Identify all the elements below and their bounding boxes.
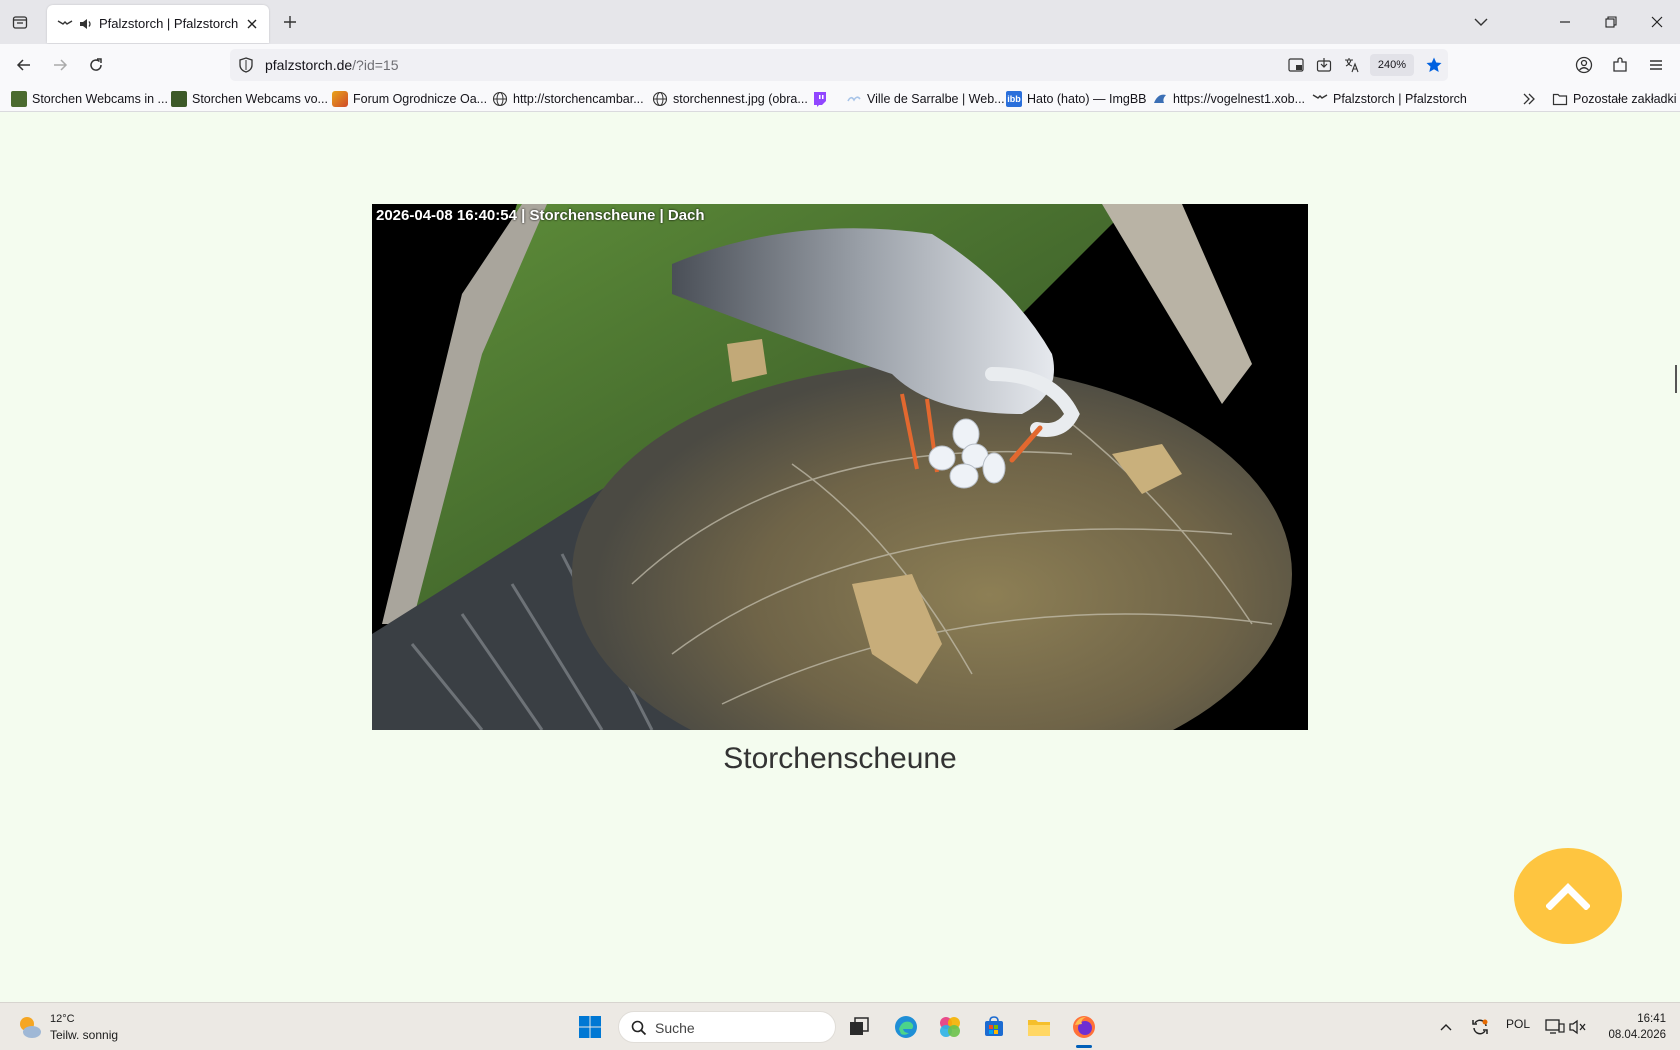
twitch-icon [812,91,828,107]
search-placeholder: Suche [655,1020,695,1036]
edge-browser-icon[interactable] [892,1013,920,1041]
webcam-thumbnail-icon [11,91,27,107]
sarralbe-logo-icon [846,91,862,107]
extensions-icon[interactable] [1608,53,1632,77]
back-icon[interactable] [12,53,36,77]
bookmark-item[interactable]: Ville de Sarralbe | Web... [846,90,1005,108]
stork-favicon-icon [57,17,73,31]
active-app-indicator [1076,1045,1092,1048]
weather-widget[interactable]: 12°C Teilw. sonnig [16,1011,126,1043]
folder-icon [1552,91,1568,107]
webcam-caption: Storchenscheune [723,742,957,775]
tab-pfalzstorch[interactable]: Pfalzstorch | Pfalzstorch [47,5,269,43]
bookmarks-toolbar: Storchen Webcams in ... Storchen Webcams… [0,86,1680,112]
globe-icon [652,91,668,107]
file-explorer-icon[interactable] [1025,1013,1053,1041]
bookmark-item[interactable]: Pfalzstorch | Pfalzstorch [1312,90,1467,108]
globe-icon [492,91,508,107]
url-text[interactable]: pfalzstorch.de/?id=15 [265,57,399,73]
close-tab-icon[interactable] [243,15,261,33]
page-content: 2026-04-08 16:40:54 | Storchenscheune | … [0,112,1680,1002]
close-window-icon[interactable] [1645,10,1669,34]
input-language-indicator[interactable]: POL [1506,1017,1530,1031]
forum-logo-icon [332,91,348,107]
taskbar-clock[interactable]: 16:41 08.04.2026 [1586,1011,1666,1043]
url-path: /?id=15 [352,57,399,73]
url-bar[interactable]: pfalzstorch.de/?id=15 240% [230,49,1448,81]
show-hidden-icons-chevron-icon[interactable] [1432,1013,1460,1041]
bookmark-item[interactable]: Storchen Webcams in ... [11,90,168,108]
webcam-timestamp-overlay: 2026-04-08 16:40:54 | Storchenscheune | … [376,207,705,224]
scrollbar-thumb[interactable] [1675,365,1677,393]
bookmarks-overflow-chevron-icon[interactable] [1522,90,1536,108]
firefox-icon[interactable] [1070,1013,1098,1041]
bird-logo-icon [1152,91,1168,107]
bookmark-item[interactable]: Storchen Webcams vo... [171,90,328,108]
sync-icon[interactable] [1466,1013,1494,1041]
tab-title: Pfalzstorch | Pfalzstorch [99,16,239,31]
list-all-tabs-icon[interactable] [1469,10,1493,34]
zoom-level-button[interactable]: 240% [1370,54,1414,76]
clock-time: 16:41 [1637,1013,1666,1025]
windows-start-icon[interactable] [576,1013,604,1041]
photos-app-icon[interactable] [936,1013,964,1041]
tab-list-icon[interactable] [8,10,32,34]
reload-icon[interactable] [84,53,108,77]
weather-condition: Teilw. sonnig [50,1028,119,1042]
weather-temperature: 12°C [50,1013,75,1025]
save-to-pocket-icon[interactable] [1314,55,1334,75]
minimize-icon[interactable] [1553,10,1577,34]
chevron-up-icon [1546,883,1590,910]
bookmark-item-twitch[interactable] [812,90,833,108]
speaker-icon[interactable] [78,16,94,32]
forward-icon[interactable] [48,53,72,77]
menu-icon[interactable] [1644,53,1668,77]
imgbb-logo-icon: ibb [1006,91,1022,107]
clock-date: 08.04.2026 [1608,1029,1666,1041]
new-tab-icon[interactable] [280,12,300,32]
picture-in-picture-icon[interactable] [1286,55,1306,75]
bookmark-item[interactable]: https://vogelnest1.xob... [1152,90,1305,108]
tab-strip: Pfalzstorch | Pfalzstorch [0,0,1680,44]
scroll-to-top-button[interactable] [1514,848,1622,944]
taskbar-search-box[interactable]: Suche [618,1011,836,1043]
task-view-icon[interactable] [846,1013,874,1041]
windows-taskbar: 12°C Teilw. sonnig Suche POL 16:41 08.04… [0,1002,1680,1050]
restore-icon[interactable] [1599,10,1623,34]
tracking-protection-shield-icon[interactable] [238,57,254,73]
other-bookmarks-folder[interactable]: Pozostałe zakładki [1552,90,1677,108]
bookmark-item[interactable]: http://storchencambar... [492,90,644,108]
webcam-image[interactable]: 2026-04-08 16:40:54 | Storchenscheune | … [372,204,1308,730]
partly-sunny-icon [20,1017,41,1038]
webcam-thumbnail-icon [171,91,187,107]
bookmark-star-icon[interactable] [1424,55,1444,75]
stork-favicon-icon [1312,91,1328,107]
url-host: pfalzstorch.de [265,57,353,73]
microsoft-store-icon[interactable] [980,1013,1008,1041]
bookmark-item[interactable]: storchennest.jpg (obra... [652,90,808,108]
navigation-bar: pfalzstorch.de/?id=15 240% [0,44,1680,86]
bookmark-item[interactable]: Forum Ogrodnicze Oa... [332,90,487,108]
account-icon[interactable] [1572,53,1596,77]
search-icon [631,1020,647,1036]
translate-icon[interactable] [1342,55,1362,75]
bookmark-item[interactable]: ibb Hato (hato) — ImgBB [1006,90,1147,108]
